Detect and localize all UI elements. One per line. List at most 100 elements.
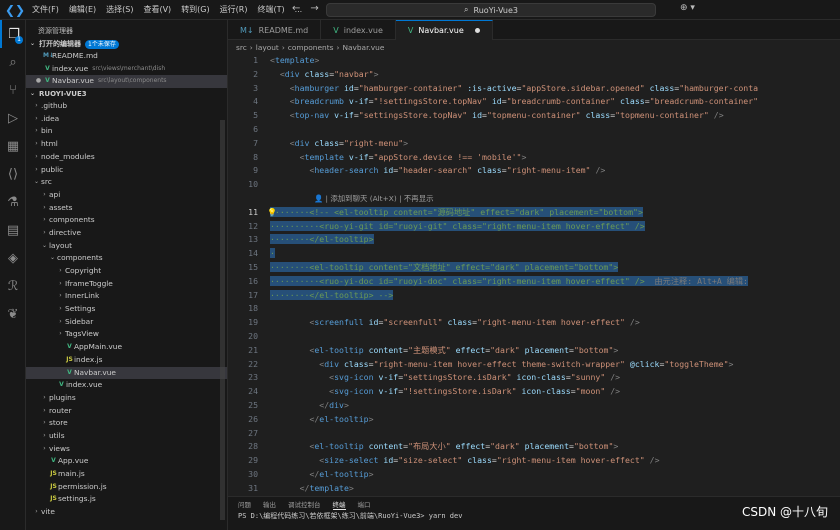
tree-item[interactable]: › components — [26, 214, 227, 227]
tree-item[interactable]: JS permission.js — [26, 481, 227, 494]
tree-item[interactable]: › Sidebar — [26, 316, 227, 329]
unsaved-dot-icon[interactable] — [474, 28, 480, 33]
tree-item[interactable]: › assets — [26, 202, 227, 215]
code-line[interactable] — [270, 302, 840, 316]
tree-item[interactable]: › vite — [26, 506, 227, 519]
tree-item[interactable]: › Copyright — [26, 265, 227, 278]
code-line[interactable]: · — [270, 247, 840, 261]
tree-item[interactable]: › html — [26, 138, 227, 151]
modified-dot-icon[interactable]: ● — [34, 75, 43, 88]
run-debug-icon[interactable]: ▷ — [0, 104, 26, 132]
code-line[interactable]: ········</el-tooltip> — [270, 233, 840, 247]
breadcrumb-item[interactable]: src — [236, 43, 247, 52]
python-icon[interactable]: ◈ — [0, 244, 26, 272]
panel-tab[interactable]: 调试控制台 — [288, 499, 321, 509]
code-line[interactable]: <template> — [270, 54, 840, 68]
code-line[interactable]: </el-tooltip> — [270, 413, 840, 427]
tab-index-vue[interactable]: Vindex.vue — [321, 20, 396, 40]
explorer-icon[interactable]: ❐ 1 — [0, 20, 26, 48]
tree-item[interactable]: JS main.js — [26, 468, 227, 481]
menu-item[interactable]: 运行(R) — [215, 0, 253, 20]
code-line[interactable]: <screenfull id="screenfull" class="right… — [270, 316, 840, 330]
tree-item[interactable]: › IframeToggle — [26, 278, 227, 291]
tab-navbar-vue[interactable]: V Navbar.vue — [395, 20, 493, 40]
code-line[interactable]: 💡 ········<!-- <el-tooltip content="源码地址"… — [267, 206, 840, 220]
tree-item[interactable]: V App.vue — [26, 455, 227, 468]
testing-icon[interactable]: ⚗ — [0, 188, 26, 216]
code-line[interactable]: <svg-icon v-if="settingsStore.isDark" ic… — [270, 371, 840, 385]
codelens[interactable]: 👤 | 添加到聊天 (Alt+X) | 不再显示 — [270, 192, 840, 206]
remote-icon[interactable]: ⟨⟩ — [0, 160, 26, 188]
code-line[interactable]: ········<el-tooltip content="文档地址" effec… — [270, 261, 840, 275]
menu-item[interactable]: 选择(S) — [101, 0, 138, 20]
code-line[interactable]: <svg-icon v-if="!settingsStore.isDark" i… — [270, 385, 840, 399]
copilot-icon[interactable]: ⊕ ▾ — [680, 3, 695, 13]
tree-item[interactable]: › public — [26, 164, 227, 177]
extensions-icon[interactable]: ▦ — [0, 132, 26, 160]
tree-item[interactable]: › InnerLink — [26, 290, 227, 303]
tree-item[interactable]: › utils — [26, 430, 227, 443]
code-line[interactable]: <div class="right-menu-item hover-effect… — [270, 358, 840, 372]
tree-item[interactable]: JS index.js — [26, 354, 227, 367]
tree-item[interactable]: › Settings — [26, 303, 227, 316]
docker-icon[interactable]: ▤ — [0, 216, 26, 244]
panel-tab[interactable]: 输出 — [263, 499, 276, 509]
lightbulb-icon[interactable]: 💡 — [267, 208, 277, 217]
project-header[interactable]: ⌄ RUOYI-VUE3 — [26, 88, 227, 100]
tree-item[interactable]: Vindex.vue — [26, 379, 227, 392]
code-line[interactable] — [270, 178, 840, 192]
tree-item[interactable]: V AppMain.vue — [26, 341, 227, 354]
tree-item[interactable]: › .github — [26, 100, 227, 113]
code-line[interactable]: <template v-if="appStore.device !== 'mob… — [270, 151, 840, 165]
code-line[interactable]: </el-tooltip> — [270, 468, 840, 482]
code-line[interactable]: ········</el-tooltip> --> — [270, 289, 840, 303]
panel-tab[interactable]: 终端 — [332, 499, 346, 510]
code-line[interactable]: </div> — [270, 399, 840, 413]
code-line[interactable]: </template> — [270, 482, 840, 496]
menu-item[interactable]: 查看(V) — [138, 0, 176, 20]
tree-item[interactable]: V Navbar.vue — [26, 366, 227, 380]
code-line[interactable] — [270, 330, 840, 344]
command-center-search[interactable]: ⌕ RuoYi-Vue3 — [326, 3, 656, 17]
code-line[interactable]: ··········<ruo-yi-doc id="ruoyi-doc" cla… — [270, 275, 840, 289]
extension-r-icon[interactable]: ℛ — [0, 272, 26, 300]
code-line[interactable]: <hamburger id="hamburger-container" :is-… — [270, 82, 840, 96]
code-line[interactable]: <el-tooltip content="主题模式" effect="dark"… — [270, 344, 840, 358]
forward-arrow-icon[interactable]: → — [310, 3, 318, 14]
panel-tab[interactable]: 问题 — [238, 499, 251, 509]
code-content[interactable]: <template> <div class="navbar"> <hamburg… — [267, 54, 840, 496]
breadcrumb-item[interactable]: components — [288, 43, 334, 52]
menu-item[interactable]: 文件(F) — [27, 0, 64, 20]
code-line[interactable]: <div class="right-menu"> — [270, 137, 840, 151]
tree-item[interactable]: JS settings.js — [26, 493, 227, 506]
tree-item[interactable]: › store — [26, 417, 227, 430]
code-line[interactable]: <header-search id="header-search" class=… — [270, 164, 840, 178]
code-line[interactable]: <breadcrumb v-if="!settingsStore.topNav"… — [270, 95, 840, 109]
tree-item[interactable]: ⌄ src — [26, 176, 227, 189]
code-line[interactable]: <size-select id="size-select" class="rig… — [270, 454, 840, 468]
tree-item[interactable]: › views — [26, 443, 227, 456]
tree-item[interactable]: › .idea — [26, 113, 227, 126]
breadcrumb-item[interactable]: Navbar.vue — [342, 43, 384, 52]
code-line[interactable] — [270, 123, 840, 137]
code-editor[interactable]: 1 2 3 4 5 6 7 8 9 10 11 12 13 14 15 16 17 18 19 20 21 22 23 24 2… — [228, 54, 840, 496]
menu-item[interactable]: 终端(T) — [252, 0, 289, 20]
code-line[interactable]: <div class="navbar"> — [270, 68, 840, 82]
tree-item[interactable]: › node_modules — [26, 151, 227, 164]
menu-item[interactable]: 编辑(E) — [64, 0, 101, 20]
search-icon[interactable]: ⌕ — [0, 48, 26, 76]
tree-item[interactable]: › directive — [26, 227, 227, 240]
menu-item[interactable]: 转到(G) — [176, 0, 214, 20]
tree-item[interactable]: › plugins — [26, 392, 227, 405]
open-editor-item[interactable]: ● V Navbar.vue src\layout\components — [26, 75, 227, 89]
source-control-icon[interactable]: ⑂ — [0, 76, 26, 104]
tree-item[interactable]: ⌄ layout — [26, 240, 227, 253]
open-editor-item[interactable]: M↓ README.md — [26, 50, 227, 63]
open-editor-item[interactable]: Vindex.vue src\views\merchant\dish — [26, 63, 227, 76]
extension-s-icon[interactable]: ❦ — [0, 300, 26, 328]
tree-item[interactable]: › TagsView — [26, 328, 227, 341]
code-line[interactable]: ··········<ruo-yi-git id="ruoyi-git" cla… — [270, 220, 840, 234]
tree-item[interactable]: › bin — [26, 125, 227, 138]
open-editors-header[interactable]: ⌄ 打开的编辑器 1个未保存 — [26, 38, 227, 50]
codelens-text[interactable]: 👤 | 添加到聊天 (Alt+X) | 不再显示 — [314, 194, 433, 203]
